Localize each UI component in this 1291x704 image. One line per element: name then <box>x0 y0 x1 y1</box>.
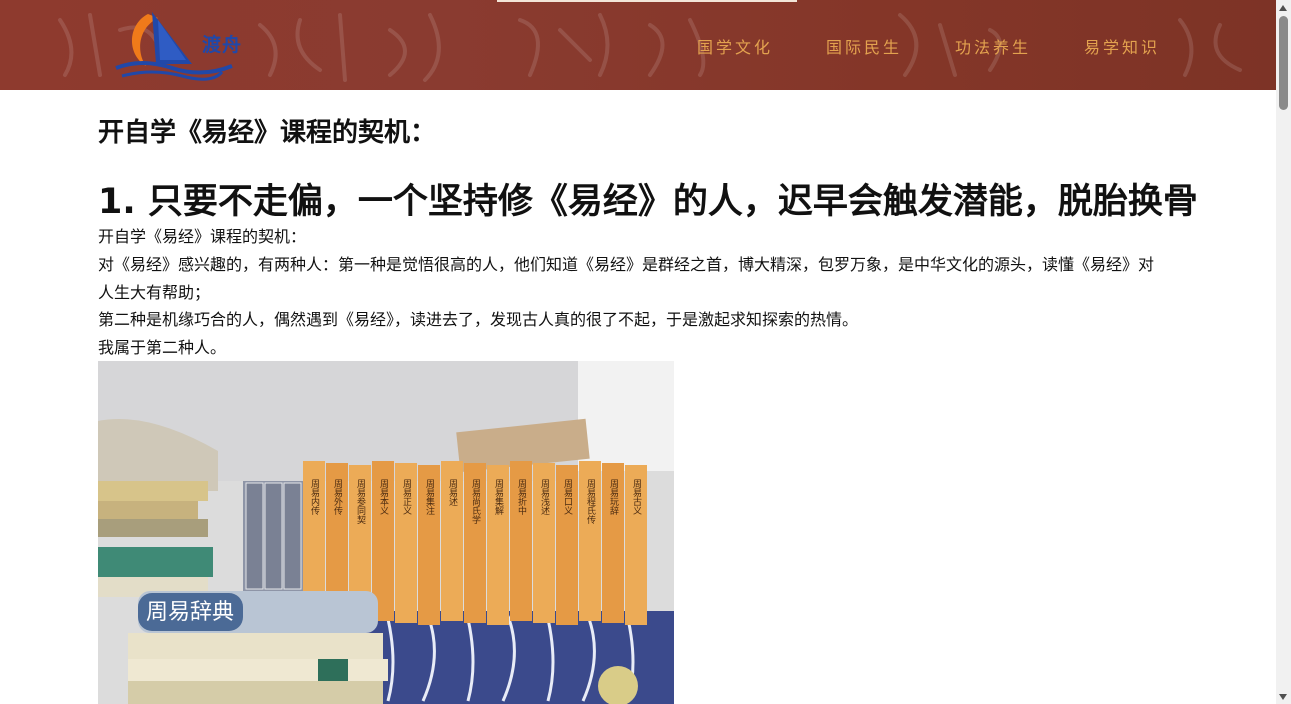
photo-book-spine-label: 周易正义 <box>401 479 412 515</box>
photo-book-spine-label: 周易述 <box>447 479 458 506</box>
main-nav: 国学文化 国际民生 功法养生 易学知识 <box>0 34 1276 58</box>
nav-item-yixue[interactable]: 易学知识 <box>1084 34 1160 58</box>
photo-book-title: 周易辞典 <box>146 600 234 625</box>
photo-grey-book-spine <box>264 482 283 590</box>
photo-book-spine-label: 周易集解 <box>493 479 504 516</box>
nav-item-minsheng[interactable]: 国际民生 <box>826 34 902 58</box>
page-scrollbar[interactable] <box>1276 0 1291 704</box>
paragraph: 对《易经》感兴趣的，有两种人：第一种是觉悟很高的人，他们知道《易经》是群经之首，… <box>98 255 1155 302</box>
header-top-accent <box>497 0 797 2</box>
scroll-down-icon[interactable] <box>1279 694 1287 700</box>
paragraph: 我属于第二种人。 <box>98 338 227 357</box>
nav-item-yangsheng[interactable]: 功法养生 <box>955 34 1031 58</box>
photo-book-spine-label: 周易古义 <box>631 479 642 515</box>
photo-grey-book-spine <box>283 482 302 590</box>
photo-book-spine-label: 周易集注 <box>424 479 435 515</box>
nav-item-guoxue[interactable]: 国学文化 <box>697 34 773 58</box>
photo-book-spine-label: 周易内传 <box>309 479 320 516</box>
photo-book-spine-label: 周易折中 <box>516 479 527 516</box>
paragraph: 第二种是机缘巧合的人，偶然遇到《易经》，读进去了，发现古人真的很了不起，于是激起… <box>98 310 859 329</box>
photo-book-spine-label: 周易程氏传 <box>585 479 596 525</box>
bookshelf-photo: 周易内传 周易外传 周易参同契 周易本义 周易正义 周易集注 周易述 周易尚氏学 周易集解 周易折… <box>98 361 674 704</box>
photo-grey-book-spine <box>245 482 264 590</box>
paragraph: 开自学《易经》课程的契机： <box>98 227 307 246</box>
article-title: 1. 只要不走偏，一个坚持修《易经》的人，迟早会触发潜能，脱胎换骨 <box>98 182 1198 222</box>
photo-book-spine-label: 周易口义 <box>562 479 573 515</box>
site-header: 渡舟 国学文化 国际民生 功法养生 易学知识 <box>0 0 1276 90</box>
photo-book-spine-label: 周易本义 <box>378 479 389 515</box>
photo-book-spine-label: 周易玩辞 <box>608 479 619 515</box>
scroll-thumb[interactable] <box>1279 16 1288 110</box>
photo-book-spine-label: 周易参同契 <box>355 479 366 525</box>
photo-book-spine-label: 周易浅述 <box>539 479 550 515</box>
photo-book-spine-label: 周易尚氏学 <box>470 479 481 524</box>
scroll-up-icon[interactable] <box>1279 5 1287 11</box>
article-intro-heading: 开自学《易经》课程的契机： <box>98 118 437 148</box>
photo-book-spine-label: 周易外传 <box>332 479 343 516</box>
